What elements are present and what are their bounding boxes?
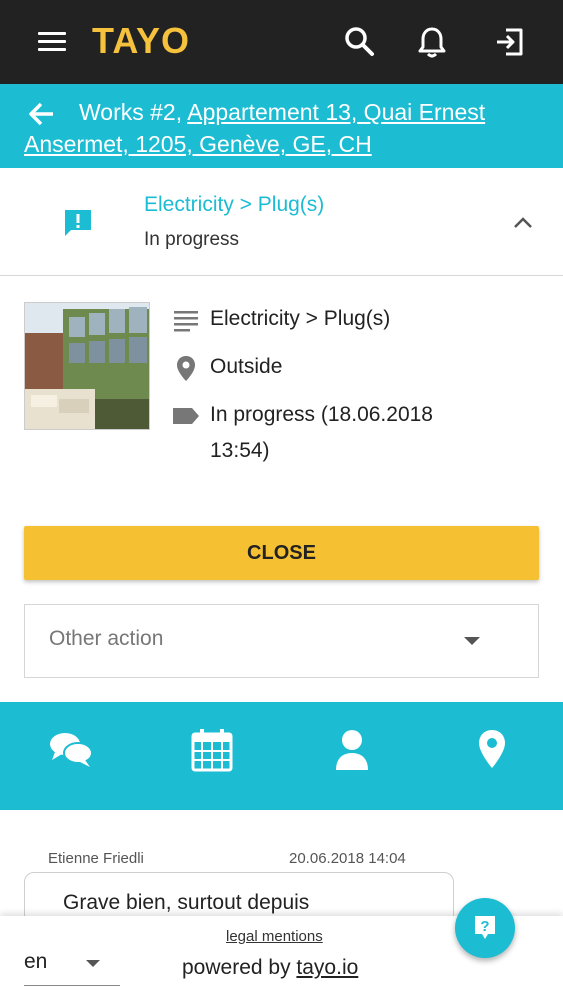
detail-location: Outside (210, 355, 283, 378)
search-icon[interactable] (342, 24, 378, 60)
message-text: Grave bien, surtout depuis (63, 891, 310, 914)
close-button[interactable]: CLOSE (24, 526, 539, 580)
language-value: en (24, 950, 48, 973)
language-select[interactable]: en (24, 944, 120, 986)
label-tag-icon (172, 402, 200, 430)
detail-status-line2: 13:54) (210, 439, 270, 462)
message-author: Etienne Friedli (48, 850, 144, 867)
other-action-select[interactable]: Other action (24, 604, 539, 678)
app-logo[interactable]: TAYO (92, 19, 190, 63)
person-icon[interactable] (328, 726, 376, 774)
chat-icon[interactable] (47, 726, 95, 774)
logout-icon[interactable] (492, 24, 528, 60)
detail-status-line1: In progress (18.06.2018 (210, 403, 433, 426)
tayo-link[interactable]: tayo.io (296, 956, 358, 979)
feedback-alert-icon (62, 207, 94, 239)
title-prefix: Works #2, (79, 99, 183, 125)
other-action-placeholder: Other action (49, 627, 164, 650)
top-app-bar (0, 0, 563, 84)
caret-down-icon (86, 960, 100, 967)
issue-status: In progress (144, 229, 240, 250)
page-title: Works #2, Appartement 13, Quai Ernest An… (24, 96, 554, 160)
help-button[interactable]: ? (455, 898, 515, 958)
powered-by: powered by tayo.io (182, 956, 358, 980)
back-arrow-icon[interactable] (28, 100, 56, 128)
help-question-icon: ? (475, 916, 495, 939)
menu-icon[interactable] (38, 30, 68, 54)
legal-mentions-link[interactable]: legal mentions (226, 928, 323, 945)
message-date: 20.06.2018 14:04 (289, 850, 406, 867)
detail-category: Electricity > Plug(s) (210, 307, 391, 330)
notes-lines-icon (172, 306, 200, 334)
bell-icon[interactable] (414, 24, 450, 60)
caret-down-icon (464, 637, 480, 645)
location-pin-icon (172, 354, 200, 382)
calendar-icon[interactable] (188, 726, 236, 774)
chevron-up-icon[interactable] (510, 212, 536, 234)
location-pin-icon[interactable] (468, 726, 516, 774)
issue-photo[interactable] (24, 302, 150, 430)
powered-prefix: powered by (182, 956, 291, 979)
issue-category: Electricity > Plug(s) (144, 193, 325, 216)
svg-text:?: ? (480, 918, 489, 935)
